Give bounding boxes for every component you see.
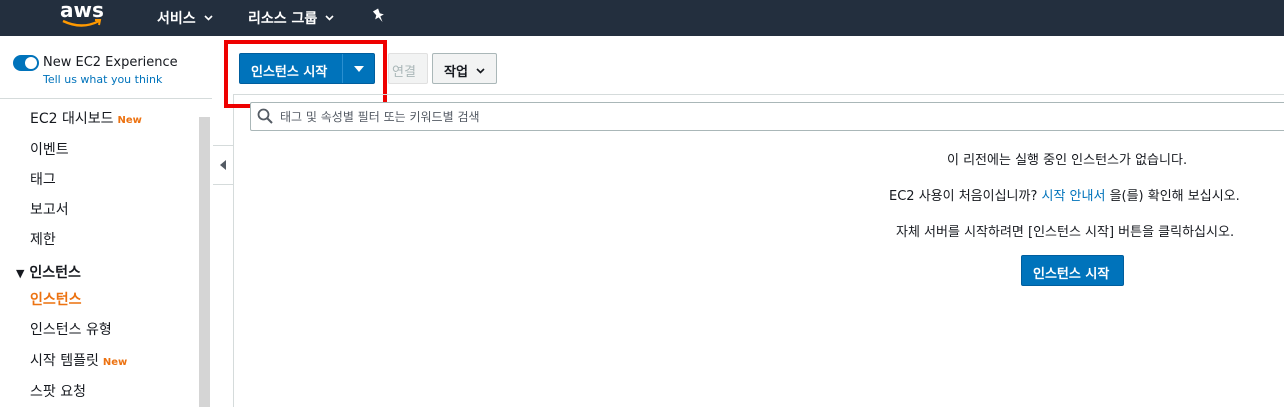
sidebar-item-label: 제한 bbox=[30, 232, 56, 248]
top-navigation-bar: aws 서비스 리소스 그룹 bbox=[0, 0, 1284, 36]
resource-groups-menu[interactable]: 리소스 그룹 bbox=[248, 8, 334, 28]
new-badge: New bbox=[102, 357, 128, 368]
sidebar-item-label: 스팟 요청 bbox=[30, 384, 86, 400]
services-label: 서비스 bbox=[157, 11, 196, 27]
search-icon bbox=[257, 108, 273, 128]
sidebar-item-reports[interactable]: 보고서 bbox=[30, 199, 69, 219]
pin-icon[interactable] bbox=[372, 8, 386, 28]
sidebar-item-instance-types[interactable]: 인스턴스 유형 bbox=[30, 319, 112, 339]
sidebar-item-label: 태그 bbox=[30, 172, 56, 188]
chevron-down-icon bbox=[325, 13, 334, 24]
new-experience-label: New EC2 Experience bbox=[43, 55, 178, 70]
services-menu[interactable]: 서비스 bbox=[157, 8, 213, 28]
sidebar-item-ec2-dashboard[interactable]: EC2 대시보드 New bbox=[30, 108, 142, 128]
chevron-down-icon bbox=[476, 63, 485, 78]
feedback-link[interactable]: Tell us what you think bbox=[43, 73, 162, 86]
toolbar-divider bbox=[234, 94, 1284, 95]
sidebar-scrollbar[interactable] bbox=[199, 117, 210, 407]
empty-state-launch-label: 인스턴스 시작 bbox=[1033, 267, 1110, 282]
sidebar-item-events[interactable]: 이벤트 bbox=[30, 139, 69, 159]
new-experience-toggle[interactable] bbox=[13, 55, 39, 71]
sidebar-item-instances[interactable]: 인스턴스 bbox=[30, 289, 82, 309]
search-bar[interactable] bbox=[250, 102, 1284, 131]
no-instances-message: 이 리전에는 실행 중인 인스턴스가 없습니다. bbox=[947, 153, 1188, 168]
sidebar-collapse-handle[interactable] bbox=[213, 145, 234, 185]
launch-instruction-message: 자체 서버를 시작하려면 [인스턴스 시작] 버튼을 클릭하십시오. bbox=[896, 225, 1235, 240]
search-input[interactable] bbox=[280, 107, 1180, 127]
sidebar-item-label: 시작 템플릿 bbox=[30, 353, 99, 369]
collapse-left-icon bbox=[220, 160, 226, 170]
aws-smile-icon bbox=[62, 19, 102, 27]
sidebar-item-label: 이벤트 bbox=[30, 142, 69, 158]
sidebar-item-label: 인스턴스 bbox=[30, 292, 82, 308]
new-badge: New bbox=[117, 115, 142, 126]
getting-started-suffix: 을(를) 확인해 보십시오. bbox=[1105, 189, 1240, 204]
main-left-border bbox=[233, 94, 234, 407]
sidebar-item-label: 보고서 bbox=[30, 202, 69, 218]
actions-label: 작업 bbox=[444, 65, 468, 80]
sidebar-item-spot-requests[interactable]: 스팟 요청 bbox=[30, 381, 86, 401]
resource-groups-label: 리소스 그룹 bbox=[248, 11, 318, 27]
getting-started-prefix: EC2 사용이 처음이십니까? bbox=[889, 189, 1042, 204]
caret-down-icon: ▼ bbox=[16, 267, 25, 280]
sidebar-item-label: EC2 대시보드 bbox=[30, 111, 114, 127]
toggle-knob bbox=[25, 57, 37, 69]
empty-state-launch-button[interactable]: 인스턴스 시작 bbox=[1021, 255, 1124, 286]
highlight-box bbox=[224, 40, 387, 108]
connect-button[interactable]: 연결 bbox=[388, 53, 428, 84]
chevron-down-icon bbox=[204, 13, 213, 24]
section-label: 인스턴스 bbox=[29, 265, 81, 281]
actions-button[interactable]: 작업 bbox=[432, 53, 497, 84]
sidebar-item-tags[interactable]: 태그 bbox=[30, 169, 56, 189]
connect-label: 연결 bbox=[392, 65, 416, 80]
sidebar-item-label: 인스턴스 유형 bbox=[30, 322, 112, 338]
sidebar-divider bbox=[0, 98, 212, 99]
getting-started-message: EC2 사용이 처음이십니까? 시작 안내서 을(를) 확인해 보십시오. bbox=[889, 185, 1240, 204]
aws-logo[interactable]: aws bbox=[58, 0, 104, 32]
sidebar-section-instances[interactable]: ▼ 인스턴스 bbox=[16, 262, 81, 282]
sidebar-item-launch-templates[interactable]: 시작 템플릿 New bbox=[30, 350, 127, 370]
getting-started-link[interactable]: 시작 안내서 bbox=[1042, 189, 1106, 204]
sidebar-item-limits[interactable]: 제한 bbox=[30, 229, 56, 249]
